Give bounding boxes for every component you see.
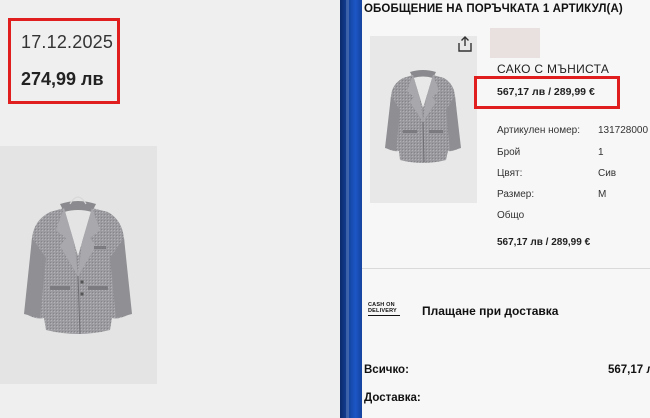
payment-method-label: Плащане при доставка bbox=[422, 304, 559, 318]
section-divider bbox=[362, 268, 650, 269]
jacket-thumbnail bbox=[385, 70, 461, 163]
detail-label-article-number: Артикулен номер: bbox=[497, 125, 581, 136]
order-date: 17.12.2025 bbox=[21, 32, 114, 52]
detail-value-quantity: 1 bbox=[598, 147, 604, 158]
detail-label-quantity: Брой bbox=[497, 147, 521, 158]
product-price: 567,17 лв / 289,99 € bbox=[497, 86, 595, 98]
product-image-right[interactable] bbox=[370, 36, 477, 203]
summary-delivery-label: Доставка: bbox=[364, 392, 421, 404]
detail-value-size: M bbox=[598, 189, 607, 200]
summary-all-label: Всичко: bbox=[364, 364, 409, 376]
cod-badge-line2: DELIVERY bbox=[368, 308, 397, 314]
highlight-box-new-price: 567,17 лв / 289,99 € bbox=[474, 76, 620, 109]
left-screenshot-panel: 17.12.2025 274,99 лв bbox=[0, 0, 340, 418]
order-summary-panel: ОБОБЩЕНИЕ НА ПОРЪЧКАТА 1 АРТИКУЛ(А) САКО… bbox=[362, 0, 650, 418]
product-name[interactable]: САКО С МЪНИСТА bbox=[497, 62, 609, 76]
cash-on-delivery-icon: CASH ON DELIVERY bbox=[368, 302, 402, 316]
highlight-box-old-price: 17.12.2025 274,99 лв bbox=[8, 18, 120, 104]
summary-all-value: 567,17 л bbox=[608, 364, 650, 376]
product-image-left[interactable] bbox=[0, 146, 157, 384]
detail-value-article-number: 131728000 bbox=[598, 125, 649, 136]
share-icon[interactable] bbox=[456, 35, 474, 53]
detail-label-color: Цвят: bbox=[497, 168, 523, 179]
product-label-swatch bbox=[490, 28, 540, 58]
detail-value-color: Сив bbox=[598, 168, 617, 179]
detail-label-total: Общо bbox=[497, 210, 525, 221]
order-summary-title: ОБОБЩЕНИЕ НА ПОРЪЧКАТА 1 АРТИКУЛ(А) bbox=[364, 3, 623, 15]
item-total-price: 567,17 лв / 289,99 € bbox=[497, 237, 591, 248]
old-price: 274,99 лв bbox=[21, 69, 104, 89]
detail-label-size: Размер: bbox=[497, 189, 535, 200]
jacket-illustration bbox=[24, 196, 132, 335]
